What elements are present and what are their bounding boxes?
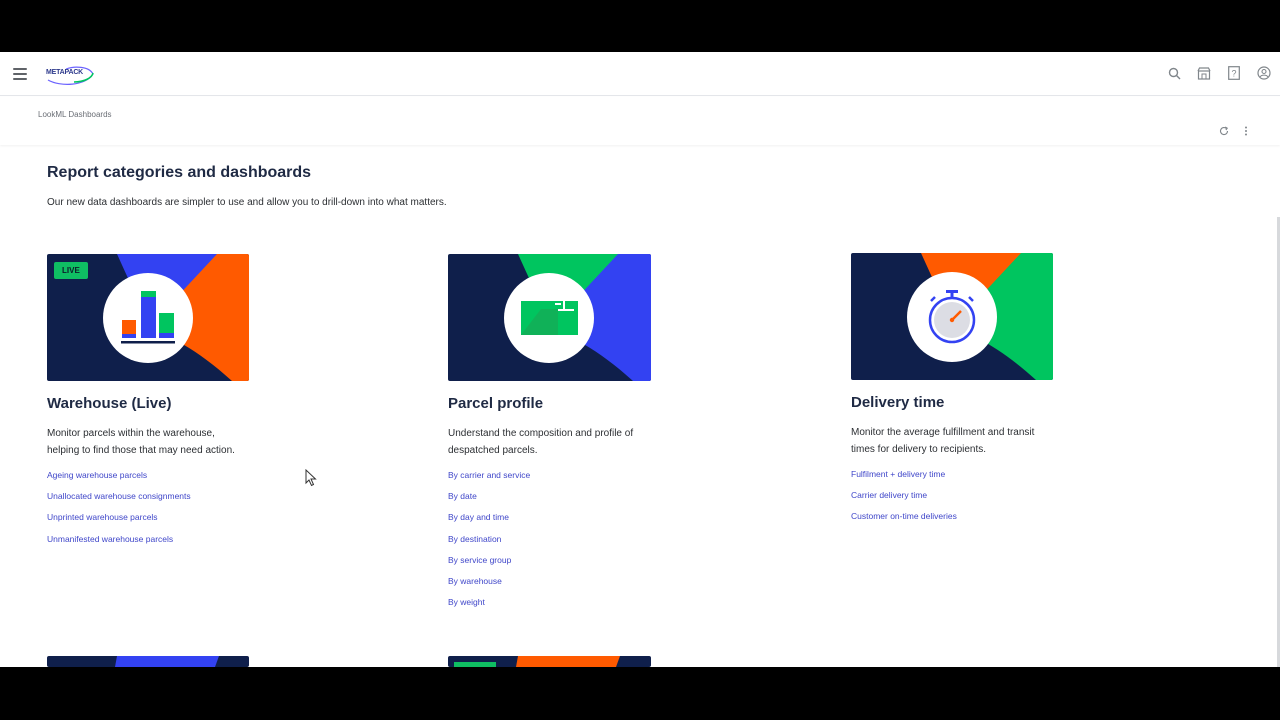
dashboard-links: Ageing warehouse parcels Unallocated war…: [47, 467, 297, 552]
link-customer-on-time-deliveries[interactable]: Customer on-time deliveries: [851, 508, 1101, 529]
warehouse-thumbnail[interactable]: LIVE: [47, 254, 249, 381]
link-carrier-delivery-time[interactable]: Carrier delivery time: [851, 487, 1101, 508]
logo-text: METAPACK: [46, 69, 84, 76]
dashboard-links: Fulfilment + delivery time Carrier deliv…: [851, 466, 1101, 530]
mouse-cursor-icon: [305, 469, 317, 487]
top-navigation-bar: METAPACK ?: [0, 52, 1280, 96]
card-thumbnail-partial[interactable]: [47, 656, 249, 667]
marketplace-icon[interactable]: [1196, 64, 1212, 82]
card-delivery-time: Delivery time Monitor the average fulfil…: [851, 253, 1101, 530]
breadcrumb[interactable]: LookML Dashboards: [38, 110, 112, 119]
hamburger-menu-icon[interactable]: [12, 66, 28, 82]
parcel-box-icon: [521, 301, 578, 335]
link-fulfilment-delivery-time[interactable]: Fulfilment + delivery time: [851, 466, 1101, 487]
search-icon[interactable]: [1166, 64, 1182, 82]
card-warehouse-live: LIVE Warehouse (Live) Monitor parcels wi…: [47, 254, 297, 552]
card-description: Monitor parcels within the warehouse, he…: [47, 428, 235, 456]
card-thumbnail-partial[interactable]: [448, 656, 651, 667]
card-title[interactable]: Parcel profile: [448, 395, 698, 412]
card-description: Understand the composition and profile o…: [448, 428, 634, 456]
dashboard-header-bar: LookML Dashboards: [0, 97, 1280, 145]
live-badge: LIVE: [54, 262, 88, 279]
link-unallocated-warehouse-consignments[interactable]: Unallocated warehouse consignments: [47, 488, 297, 509]
card-title[interactable]: Delivery time: [851, 394, 1101, 411]
card-description: Monitor the average fulfillment and tran…: [851, 427, 1035, 455]
dashboard-links: By carrier and service By date By day an…: [448, 467, 698, 615]
link-ageing-warehouse-parcels[interactable]: Ageing warehouse parcels: [47, 467, 297, 488]
link-unmanifested-warehouse-parcels[interactable]: Unmanifested warehouse parcels: [47, 531, 297, 552]
metapack-logo[interactable]: METAPACK: [44, 62, 96, 86]
reload-icon[interactable]: [1218, 125, 1230, 137]
link-by-carrier-and-service[interactable]: By carrier and service: [448, 467, 698, 488]
link-by-date[interactable]: By date: [448, 488, 698, 509]
link-by-weight[interactable]: By weight: [448, 594, 698, 615]
more-options-icon[interactable]: [1240, 125, 1252, 137]
card-next-row-2: [448, 656, 698, 667]
parcel-profile-thumbnail[interactable]: [448, 254, 651, 381]
link-unprinted-warehouse-parcels[interactable]: Unprinted warehouse parcels: [47, 509, 297, 530]
card-title[interactable]: Warehouse (Live): [47, 395, 297, 412]
dashboard-content: Report categories and dashboards Our new…: [0, 147, 1280, 667]
card-parcel-profile: Parcel profile Understand the compositio…: [448, 254, 698, 615]
link-by-destination[interactable]: By destination: [448, 531, 698, 552]
delivery-time-thumbnail[interactable]: [851, 253, 1053, 380]
link-by-warehouse[interactable]: By warehouse: [448, 573, 698, 594]
svg-text:?: ?: [1231, 69, 1236, 79]
intro-text: Our new data dashboards are simpler to u…: [47, 197, 447, 208]
card-next-row-1: [47, 656, 297, 667]
help-icon[interactable]: ?: [1226, 64, 1242, 82]
link-by-day-and-time[interactable]: By day and time: [448, 509, 698, 530]
app-frame: METAPACK ? LookML Dashboards Report cate…: [0, 52, 1280, 667]
page-title: Report categories and dashboards: [47, 164, 312, 181]
account-icon[interactable]: [1256, 64, 1272, 82]
link-by-service-group[interactable]: By service group: [448, 552, 698, 573]
